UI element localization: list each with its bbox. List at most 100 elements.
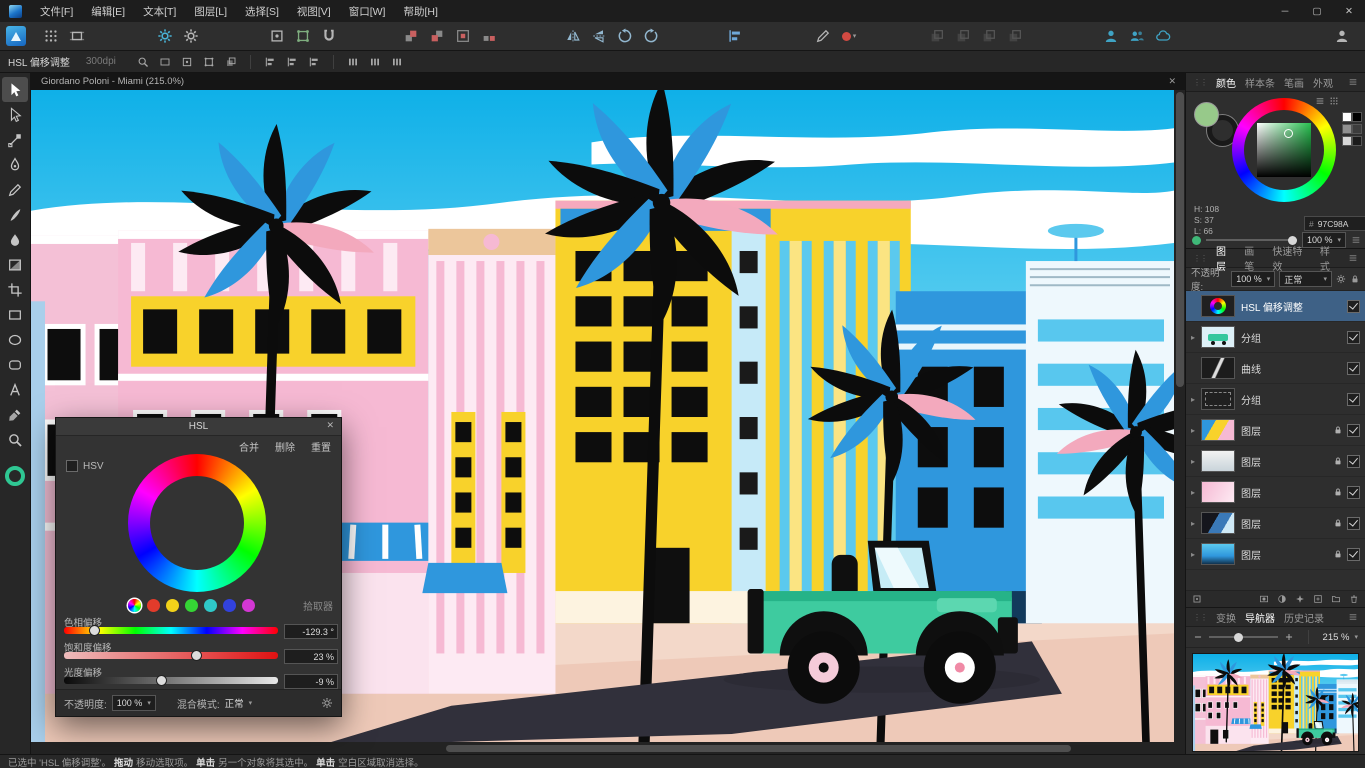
align-center-icon[interactable]	[281, 53, 303, 71]
artboard-icon[interactable]	[64, 25, 90, 47]
affinity-logo-icon[interactable]	[6, 26, 26, 46]
horizontal-scrollbar-thumb[interactable]	[446, 745, 1071, 752]
delete-layer-icon[interactable]	[1349, 594, 1359, 604]
layer-row-art-2[interactable]: 图层	[1186, 446, 1365, 477]
maximize-button[interactable]: ▢	[1301, 6, 1333, 17]
hue-shift-value[interactable]: -129.3 °	[284, 624, 338, 639]
distribute-vertical-icon[interactable]	[364, 53, 386, 71]
fill-tool[interactable]	[2, 227, 28, 252]
rounded-rectangle-tool[interactable]	[2, 352, 28, 377]
rotate-cw-icon[interactable]	[638, 25, 664, 47]
snapping-grid-icon[interactable]	[290, 25, 316, 47]
zoom-tool[interactable]	[2, 427, 28, 452]
document-close-icon[interactable]: ✕	[1168, 76, 1176, 87]
text-tool[interactable]	[2, 377, 28, 402]
swatch-magenta[interactable]	[242, 599, 255, 612]
picker-button[interactable]: 拾取器	[303, 598, 333, 613]
menu-edit[interactable]: 编辑[E]	[82, 4, 134, 19]
tab-stroke[interactable]: 笔画	[1284, 75, 1304, 90]
layer-visibility-checkbox[interactable]	[1347, 393, 1360, 406]
dialog-opacity-dropdown[interactable]: 100 %	[112, 695, 156, 711]
lock-icon[interactable]	[1333, 518, 1343, 528]
layer-row-art-4[interactable]: 图层	[1186, 508, 1365, 539]
new-layer-icon[interactable]	[1313, 594, 1323, 604]
alignment-icon[interactable]	[722, 25, 748, 47]
luminosity-shift-handle[interactable]	[156, 675, 167, 686]
hex-value-field[interactable]: # 97C98A	[1304, 216, 1365, 231]
lock-icon[interactable]	[1333, 549, 1343, 559]
layers-panel-menu-icon[interactable]	[1348, 253, 1358, 263]
luminosity-shift-slider[interactable]	[64, 677, 278, 684]
minimize-button[interactable]: ─	[1269, 6, 1301, 17]
app-logo-icon[interactable]	[9, 5, 22, 18]
account-share-icon[interactable]	[1098, 25, 1124, 47]
hsv-checkbox[interactable]	[66, 460, 78, 472]
document-settings-gear-icon[interactable]	[178, 25, 204, 47]
flip-horizontal-icon[interactable]	[560, 25, 586, 47]
layer-visibility-checkbox[interactable]	[1347, 486, 1360, 499]
lock-icon[interactable]	[1333, 425, 1343, 435]
zoom-100-icon[interactable]	[176, 53, 198, 71]
zoom-width-icon[interactable]	[220, 53, 242, 71]
ellipse-tool[interactable]	[2, 327, 28, 352]
layer-visibility-checkbox[interactable]	[1347, 362, 1360, 375]
swatch-green[interactable]	[185, 599, 198, 612]
layer-visibility-checkbox[interactable]	[1347, 517, 1360, 530]
hue-shift-slider[interactable]	[64, 627, 278, 634]
color-sliders-icon[interactable]	[1315, 96, 1325, 106]
layer-thumbnail[interactable]	[1201, 419, 1235, 441]
current-color-indicator[interactable]	[5, 466, 25, 486]
hsl-dialog-titlebar[interactable]: HSL ✕	[56, 418, 341, 436]
hue-wheel[interactable]	[128, 454, 266, 592]
saturation-shift-handle[interactable]	[191, 650, 202, 661]
pen-tool[interactable]	[2, 152, 28, 177]
dialog-settings-gear-icon[interactable]	[321, 697, 333, 709]
snapping-magnet-icon[interactable]	[316, 25, 342, 47]
tab-brushes[interactable]: 画笔	[1244, 243, 1263, 273]
point-transform-tool[interactable]	[2, 127, 28, 152]
boolean-subtract-icon[interactable]	[950, 25, 976, 47]
tab-history[interactable]: 历史记录	[1284, 610, 1324, 625]
pencil-tool[interactable]	[2, 177, 28, 202]
color-panel-menu-icon[interactable]	[1348, 77, 1358, 87]
tab-transform[interactable]: 变换	[1216, 610, 1236, 625]
lock-icon[interactable]	[1333, 487, 1343, 497]
delete-button[interactable]: 删除	[275, 439, 295, 454]
layer-row-curves[interactable]: 曲线	[1186, 353, 1365, 384]
tab-quick-fx[interactable]: 快速特效	[1272, 243, 1310, 273]
zoom-selection-icon[interactable]	[198, 53, 220, 71]
layer-row-art-5[interactable]: 图层	[1186, 539, 1365, 570]
app-settings-gear-icon[interactable]	[152, 25, 178, 47]
distribute-horizontal-icon[interactable]	[342, 53, 364, 71]
merge-button[interactable]: 合并	[239, 439, 259, 454]
layer-visibility-checkbox[interactable]	[1347, 455, 1360, 468]
zoom-icon[interactable]	[132, 53, 154, 71]
navigator-zoom-handle[interactable]	[1234, 633, 1243, 642]
rotate-ccw-icon[interactable]	[612, 25, 638, 47]
expander-icon[interactable]	[1191, 395, 1201, 404]
snapping-box-icon[interactable]	[264, 25, 290, 47]
hue-shift-handle[interactable]	[89, 625, 100, 636]
blend-mode-dropdown[interactable]: 正常	[225, 696, 253, 710]
thumbnail-options-icon[interactable]	[1192, 594, 1202, 604]
transparency-tool[interactable]	[2, 252, 28, 277]
align-left-icon[interactable]	[259, 53, 281, 71]
layer-thumbnail[interactable]	[1201, 543, 1235, 565]
luminosity-shift-value[interactable]: -9 %	[284, 674, 338, 689]
align-right-icon[interactable]	[303, 53, 325, 71]
boolean-add-icon[interactable]	[924, 25, 950, 47]
layer-thumbnail[interactable]	[1201, 512, 1235, 534]
layer-visibility-checkbox[interactable]	[1347, 331, 1360, 344]
new-group-icon[interactable]	[1331, 594, 1341, 604]
swatch-lightgray[interactable]	[1342, 136, 1352, 146]
navigator-zoom-slider[interactable]	[1209, 636, 1278, 638]
expander-icon[interactable]	[1191, 333, 1201, 342]
layer-thumbnail[interactable]	[1201, 295, 1235, 317]
swatch-white[interactable]	[1342, 112, 1352, 122]
zoom-out-icon[interactable]	[1193, 632, 1203, 642]
mask-layer-icon[interactable]	[1259, 594, 1269, 604]
swatch-yellow[interactable]	[166, 599, 179, 612]
swatch-red[interactable]	[147, 599, 160, 612]
menu-window[interactable]: 窗口[W]	[340, 4, 395, 19]
account-people-icon[interactable]	[1124, 25, 1150, 47]
